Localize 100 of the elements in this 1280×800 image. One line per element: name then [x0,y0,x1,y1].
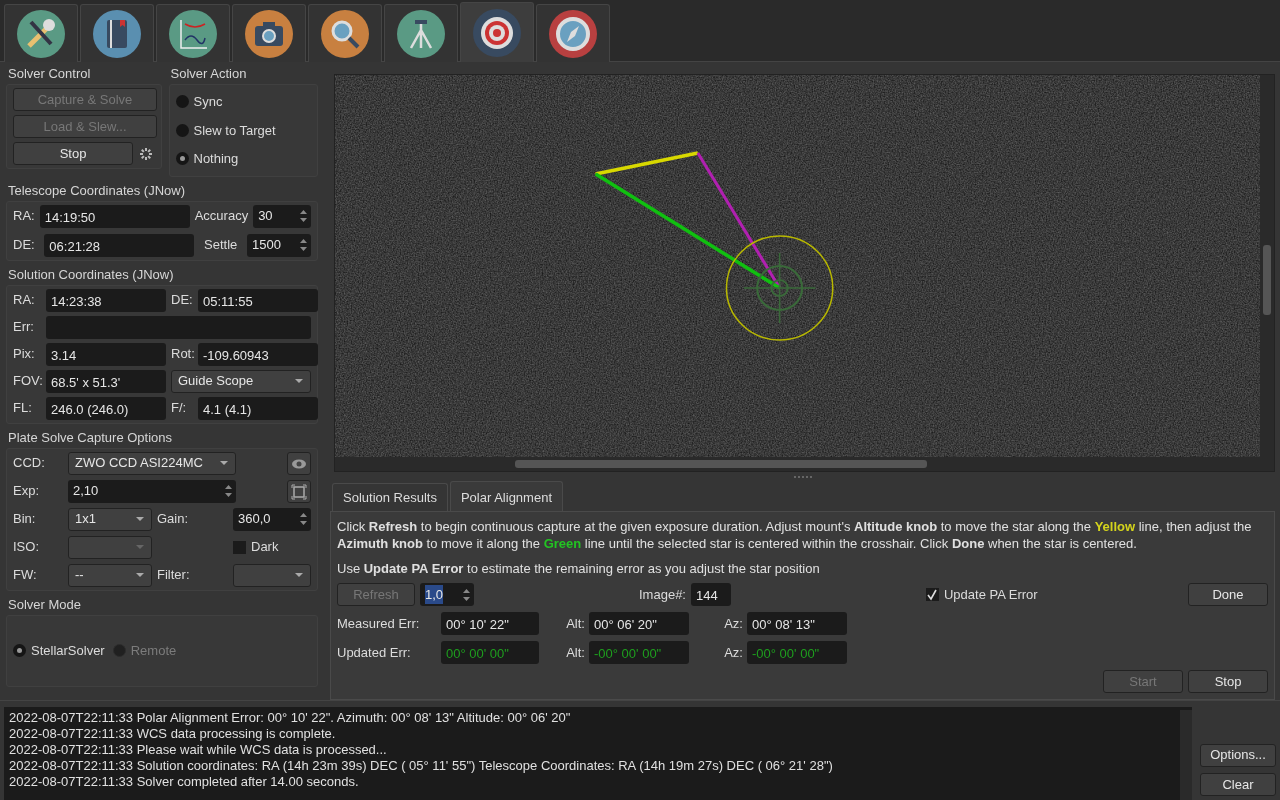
dropdown[interactable]: ZWO CCD ASI224MC [68,451,236,475]
text-field[interactable]: 246.0 (246.0) [46,396,166,420]
radio-label: Nothing [193,150,239,168]
radio-button[interactable] [13,644,26,657]
caret-icon [294,378,304,384]
wrench-screwdriver-icon [17,9,65,58]
text-field[interactable]: 3.14 [46,342,166,366]
checkbox-label: Dark [251,538,279,557]
radio-button[interactable] [175,152,189,166]
section-title: Solver Control [8,66,92,82]
module-tab[interactable] [536,4,610,62]
text-field[interactable]: -00° 00' 00" [589,641,689,664]
section-title: Solver Mode [8,596,82,613]
log-line: 2022-08-07T22:11:33 Solution coordinates: RA (14h 23m 39s) DEC ( 05° 11' 55") Telescope Coordinates: RA (14h 19m 27s) DEC ( 06° 21' 28") [9,758,834,774]
field-label: ISO: [13,538,40,557]
field-label: F/: [171,399,188,418]
dropdown[interactable]: Guide Scope [171,369,311,393]
log-line: 2022-08-07T22:11:33 Polar Alignment Error: 00° 10' 22". Azimuth: 00° 08' 13" Altitude: 00° 06' 20" [9,710,572,726]
field-label: Alt: [565,614,585,633]
field-label: Accuracy [194,207,249,226]
tab[interactable]: Polar Alignment [449,480,563,511]
caret-icon [135,516,145,522]
radio-button[interactable] [175,95,189,109]
caret-icon [135,544,145,550]
spin-box[interactable]: 2,10 [68,479,236,503]
module-tab[interactable] [384,4,458,62]
button[interactable]: Stop [1188,670,1268,693]
frame-icon [291,483,307,500]
log-line: 2022-08-07T22:11:33 WCS data processing is complete. [9,726,337,742]
vertical-scrollbar[interactable] [1180,710,1192,800]
field-label: Rot: [171,345,193,364]
tab[interactable]: Solution Results [332,482,448,511]
chart-icon [169,9,217,58]
spin-arrows-icon [298,207,309,225]
checkbox[interactable] [926,588,939,601]
text-field[interactable]: 14:19:50 [39,204,190,228]
spin-box[interactable]: 30 [253,204,311,228]
view-button[interactable] [287,451,311,475]
module-tab[interactable] [460,2,534,62]
section-title: Plate Solve Capture Options [8,429,174,446]
field-label: Settle [204,236,238,255]
text-field[interactable]: 06:21:28 [44,233,195,257]
field-label: Filter: [157,566,190,585]
field-label: FW: [13,566,38,585]
module-tab[interactable] [156,4,230,62]
radio-button[interactable] [175,123,189,137]
button[interactable]: Options... [1200,743,1276,767]
dropdown[interactable]: -- [68,563,152,587]
text-field[interactable]: 05:11:55 [198,288,318,312]
checkbox[interactable] [233,540,246,554]
text-field[interactable]: 14:23:38 [46,288,166,312]
text-field[interactable]: 00° 10' 22" [441,612,539,635]
spin-box[interactable]: 1,0 [420,583,474,606]
notebook-icon [93,9,141,58]
field-label: RA: [13,291,36,310]
spin-arrows-icon [298,510,309,528]
text-field[interactable] [46,315,311,339]
module-tab[interactable] [308,4,382,62]
checkbox-label: Update PA Error [944,585,1038,604]
field-label: FL: [13,399,33,418]
spin-box[interactable]: 1500 [247,233,311,257]
radio-label: Remote [130,641,177,660]
text-field[interactable]: 144 [691,583,731,606]
field-label: Err: [13,318,35,337]
horizontal-scrollbar[interactable] [335,457,1274,471]
frame-button[interactable] [287,479,311,503]
spin-arrows-icon [223,482,234,500]
spin-box[interactable]: 360,0 [233,507,311,531]
module-tab[interactable] [232,4,306,62]
text-field[interactable]: -109.60943 [198,342,318,366]
button[interactable]: Stop [13,142,133,165]
field-label: CCD: [13,454,46,473]
dropdown[interactable]: 1x1 [68,507,152,531]
field-label: Pix: [13,345,36,364]
section-title: Solver Action [170,66,248,82]
field-label: DE: [171,291,193,310]
field-label: Updated Err: [337,643,412,662]
vertical-scrollbar[interactable] [1260,75,1274,457]
text-field[interactable]: 68.5' x 51.3' [46,369,166,393]
text-field[interactable]: 00° 06' 20" [589,612,689,635]
field-label: Exp: [13,482,40,501]
module-tab[interactable] [4,4,78,62]
text-field[interactable]: 00° 00' 00" [441,641,539,664]
field-label: RA: [13,207,35,226]
text-field[interactable]: -00° 00' 00" [747,641,847,664]
field-label: Az: [723,643,743,662]
field-label: Measured Err: [337,614,421,633]
compass-icon [549,9,597,58]
field-label: DE: [13,236,35,255]
tripod-icon [397,9,445,58]
splitter-handle-icon [792,475,813,480]
section-title: Solution Coordinates (JNow) [8,266,175,283]
text-field[interactable]: 00° 08' 13" [747,612,847,635]
text-field[interactable]: 4.1 (4.1) [198,396,318,420]
log-line: 2022-08-07T22:11:33 Please wait while WCS data is processed... [9,742,388,758]
field-label: Bin: [13,510,37,529]
camera-icon [245,9,293,58]
spinner-icon [138,145,154,162]
button[interactable]: Clear [1200,773,1276,796]
button[interactable]: Done [1188,583,1268,606]
